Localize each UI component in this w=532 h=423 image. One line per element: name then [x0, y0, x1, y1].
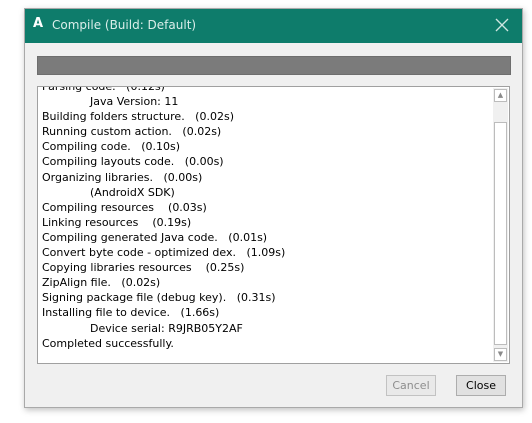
- log-line: Copying libraries resources (0.25s): [42, 261, 245, 275]
- log-line: ZipAlign file. (0.02s): [42, 276, 161, 290]
- log-scrollbar[interactable]: ▲ ▼: [493, 88, 508, 362]
- compile-dialog: A Compile (Build: Default) Parsing code.…: [24, 8, 523, 408]
- close-button[interactable]: Close: [456, 375, 506, 396]
- log-line: Java Version: 11: [90, 95, 179, 109]
- progress-fill: [38, 57, 510, 74]
- scroll-down-arrow-icon[interactable]: ▼: [494, 348, 507, 361]
- log-line: Device serial: R9JRB05Y2AF: [90, 321, 243, 335]
- scroll-up-arrow-icon[interactable]: ▲: [494, 89, 507, 102]
- log-line: Organizing libraries. (0.00s): [42, 170, 203, 184]
- log-line: Compiling generated Java code. (0.01s): [42, 230, 268, 244]
- log-line: Compiling layouts code. (0.00s): [42, 155, 224, 169]
- log-line: Building folders structure. (0.02s): [42, 110, 234, 124]
- window-title: Compile (Build: Default): [52, 18, 197, 32]
- compile-progress-bar: [37, 56, 511, 75]
- scrollbar-thumb[interactable]: [494, 122, 507, 345]
- log-line: Convert byte code - optimized dex. (1.09…: [42, 246, 286, 260]
- log-line: Running custom action. (0.02s): [42, 125, 222, 139]
- log-line: Compiling resources (0.03s): [42, 200, 207, 214]
- log-line: Signing package file (debug key). (0.31s…: [42, 291, 276, 305]
- app-letter-icon: A: [33, 16, 44, 31]
- log-line: Compiling code. (0.10s): [42, 140, 181, 154]
- log-line: Completed successfully.: [42, 336, 174, 350]
- compile-log[interactable]: Parsing code. (0.12s) Java Version: 11 Bui…: [37, 86, 510, 364]
- log-line: (AndroidX SDK): [90, 185, 175, 199]
- log-line: Parsing code. (0.12s): [42, 86, 165, 93]
- close-icon[interactable]: [492, 15, 512, 35]
- cancel-button[interactable]: Cancel: [386, 375, 436, 396]
- log-line: Linking resources (0.19s): [42, 215, 192, 229]
- log-line: Installing file to device. (1.66s): [42, 306, 220, 320]
- log-lines: Parsing code. (0.12s) Java Version: 11 Bui…: [42, 86, 492, 351]
- title-bar[interactable]: A Compile (Build: Default): [25, 9, 522, 43]
